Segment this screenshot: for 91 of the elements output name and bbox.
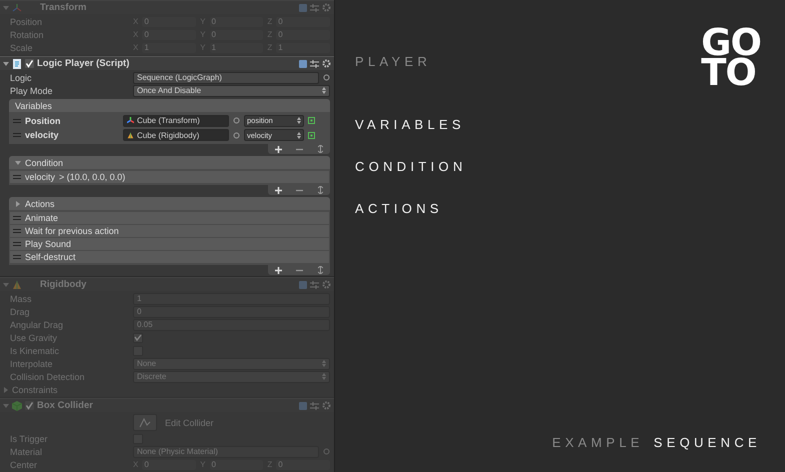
logo-text: TO	[701, 58, 756, 88]
enabled-checkbox[interactable]	[25, 401, 34, 410]
field-label: Angular Drag	[10, 320, 64, 330]
toggle-icon[interactable]	[308, 117, 315, 124]
field-label: Logic	[10, 72, 33, 82]
axes-icon	[12, 2, 22, 12]
axes-icon	[127, 117, 134, 124]
component-title: Rigidbody	[40, 279, 88, 290]
list-title: Condition	[25, 158, 64, 168]
section-heading: PLAYER	[355, 54, 432, 69]
field-label: Rotation	[10, 30, 45, 40]
cube-icon	[12, 400, 22, 410]
field-label: Position	[10, 16, 44, 26]
section-heading: ACTIONS	[355, 201, 444, 216]
field-label: Is Kinematic	[10, 346, 60, 356]
dropdown-arrows-icon	[322, 360, 326, 367]
caption-word: SEQUENCE	[654, 435, 761, 450]
dropdown-arrows-icon	[297, 117, 301, 124]
foldout-label[interactable]: Constraints	[12, 384, 135, 394]
expand-arrows-icon[interactable]	[318, 145, 323, 153]
dropdown-arrows-icon	[322, 373, 326, 380]
component-header[interactable]: Rigidbody	[0, 277, 334, 291]
drag-handle-icon[interactable]	[13, 255, 21, 259]
section-heading: VARIABLES	[355, 117, 466, 132]
enabled-checkbox[interactable]	[25, 59, 34, 68]
toggle-icon[interactable]	[308, 132, 315, 139]
number-field[interactable]: 0.05	[133, 318, 330, 330]
component-title: Logic Player (Script)	[37, 58, 130, 69]
foldout-arrow-icon[interactable]	[3, 60, 9, 66]
number-field[interactable]: 1	[133, 292, 330, 304]
field-label: Drag	[10, 306, 31, 316]
field-label: Mass	[10, 294, 33, 304]
component-header[interactable]: Transform	[0, 0, 334, 14]
drag-handle-icon[interactable]	[13, 175, 21, 179]
plus-icon[interactable]	[275, 146, 282, 152]
foldout-arrow-icon[interactable]	[3, 4, 9, 10]
foldout-arrow-icon[interactable]	[3, 386, 9, 392]
script-icon	[12, 58, 22, 68]
action-name[interactable]: Self-destruct	[25, 252, 76, 262]
dropdown-arrows-icon	[297, 132, 301, 139]
condition-variable: velocity	[25, 172, 56, 182]
condition-expression: > (10.0, 0.0, 0.0)	[59, 172, 126, 182]
component-header[interactable]: Box Collider	[0, 398, 334, 412]
expand-arrows-icon[interactable]	[318, 186, 323, 194]
variable-name: velocity	[25, 130, 60, 140]
field-label: Play Mode	[10, 86, 54, 96]
object-picker-icon[interactable]	[323, 74, 330, 81]
object-field[interactable]: Cube (Rigidbody)	[123, 129, 229, 142]
field-label: Is Trigger	[10, 434, 49, 444]
edit-shape-icon	[139, 418, 151, 428]
foldout-arrow-icon[interactable]	[3, 402, 9, 408]
field-label: Use Gravity	[10, 332, 58, 342]
logo-text: GO	[701, 28, 761, 58]
rigidbody-icon	[127, 132, 134, 139]
drag-handle-icon[interactable]	[13, 229, 21, 233]
component-header[interactable]: Logic Player (Script)	[0, 56, 334, 70]
component-title: Box Collider	[37, 400, 94, 411]
foldout-arrow-icon[interactable]	[3, 282, 9, 288]
drag-handle-icon[interactable]	[13, 242, 21, 246]
number-field[interactable]: 0	[133, 306, 330, 318]
field-label: Scale	[10, 42, 34, 52]
drag-handle-icon[interactable]	[13, 118, 21, 123]
object-field[interactable]: None (Physic Material)	[133, 446, 319, 458]
rigidbody-icon	[12, 280, 22, 290]
section-heading: CONDITION	[355, 159, 467, 174]
sliders-icon[interactable]	[310, 60, 319, 68]
object-field[interactable]: Sequence (LogicGraph)	[133, 72, 319, 84]
drag-handle-icon[interactable]	[13, 133, 21, 138]
field-label: Center	[10, 460, 38, 470]
component-title: Transform	[40, 2, 88, 13]
list-title: Actions	[25, 198, 55, 208]
foldout-arrow-icon[interactable]	[15, 200, 21, 206]
drag-handle-icon[interactable]	[13, 216, 21, 220]
field-label: Interpolate	[10, 358, 54, 368]
caption-word: EXAMPLE	[552, 435, 644, 450]
dropdown-arrows-icon	[322, 87, 326, 94]
edit-collider-button[interactable]: Edit Collider	[133, 414, 214, 431]
field-label: Material	[10, 446, 44, 456]
foldout-arrow-icon[interactable]	[15, 160, 21, 166]
plus-icon[interactable]	[275, 266, 282, 274]
plus-icon[interactable]	[275, 186, 282, 194]
action-name[interactable]: Play Sound	[25, 239, 72, 249]
dropdown[interactable]: Once And Disable	[133, 84, 330, 96]
expand-arrows-icon[interactable]	[318, 266, 323, 274]
action-name[interactable]: Animate	[25, 213, 58, 223]
checkbox[interactable]	[133, 332, 143, 342]
object-field[interactable]: Cube (Transform)	[123, 114, 229, 127]
variable-name: Position	[25, 116, 62, 126]
field-label: Collision Detection	[10, 372, 86, 382]
settings-icon[interactable]	[322, 59, 331, 68]
list-title: Variables	[15, 100, 52, 110]
